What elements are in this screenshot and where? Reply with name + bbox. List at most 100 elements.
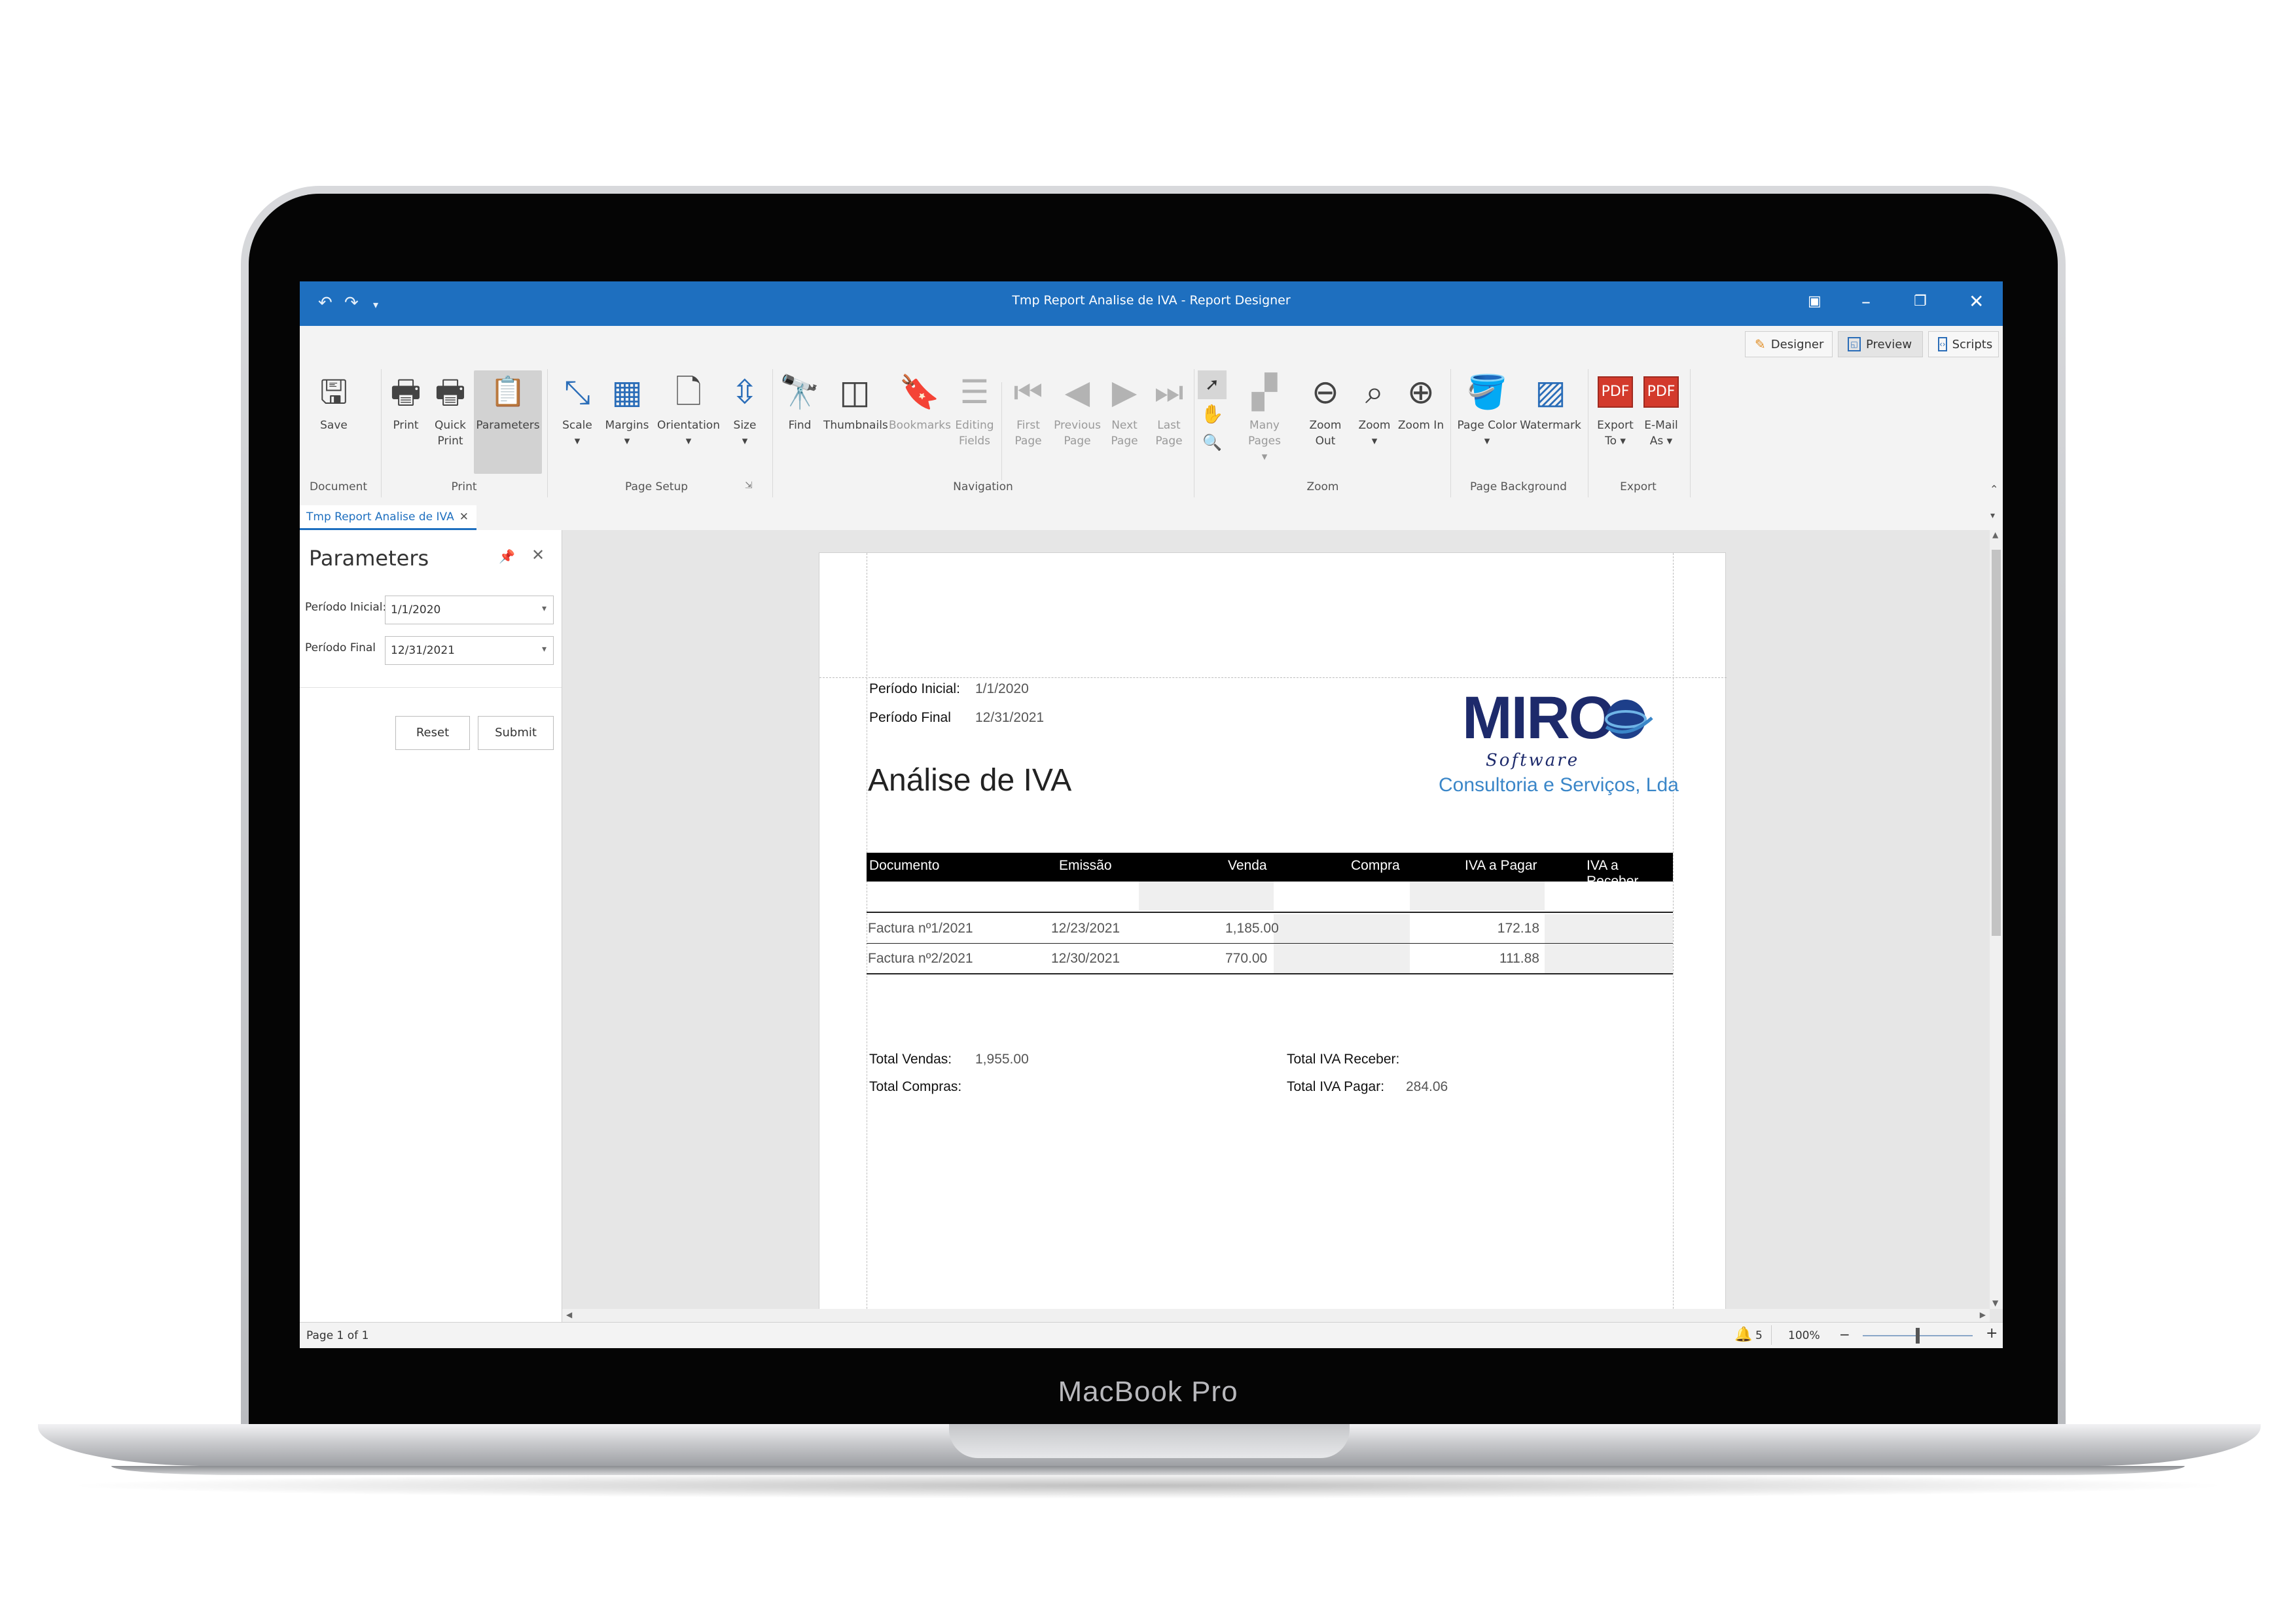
bookmarks-icon: 🔖 <box>899 373 941 411</box>
periodo-final-input[interactable]: 12/31/2021 ▾ <box>385 636 554 665</box>
hand-tool-icon[interactable]: ✋ <box>1198 403 1227 429</box>
laptop-base-edge <box>111 1466 2185 1475</box>
group-zoom-label: Zoom <box>1306 480 1339 493</box>
margins-icon: ▦ <box>611 373 643 411</box>
vertical-scrollbar[interactable]: ▲ ▼ <box>1990 530 2003 1309</box>
save-button[interactable]: 🖫 Save <box>313 370 355 433</box>
print-label: Print <box>393 419 419 432</box>
group-print-label: Print <box>451 480 477 493</box>
export-to-button[interactable]: PDF Export To ▾ <box>1593 370 1638 449</box>
zoom-plus-icon[interactable]: + <box>1986 1325 1998 1342</box>
editing-fields-button[interactable]: ☰ Editing Fields <box>952 370 997 449</box>
ribbon-display-options-icon[interactable]: ▣ <box>1808 293 1821 310</box>
bell-icon[interactable]: 🔔 <box>1734 1327 1752 1343</box>
zoom-minus-icon[interactable]: − <box>1839 1327 1850 1342</box>
table-header: Documento Emissão Venda Compra IVA a Pag… <box>867 853 1673 889</box>
magnifier-tool-icon[interactable]: 🔍 <box>1198 433 1227 459</box>
restore-icon[interactable]: ❐ <box>1914 293 1927 310</box>
report-title: Análise de IVA <box>868 763 1072 798</box>
chevron-down-icon[interactable]: ▾ <box>542 603 547 614</box>
zoom-slider-thumb[interactable] <box>1916 1328 1920 1344</box>
first-page-button[interactable]: ⏮ First Page <box>1007 370 1050 449</box>
watermark-icon: ▨ <box>1535 373 1566 411</box>
watermark-label: Watermark <box>1520 419 1581 432</box>
watermark-button[interactable]: ▨ Watermark <box>1518 370 1583 433</box>
zoom-level: 100% <box>1788 1329 1820 1342</box>
first-page-icon: ⏮ <box>1013 373 1043 411</box>
title-bar: ↶ ↷ ▾ Tmp Report Analise de IVA - Report… <box>300 281 2003 326</box>
collapse-ribbon-icon[interactable]: ⌃ <box>1990 483 1998 495</box>
find-button[interactable]: 🔭 Find <box>779 370 821 433</box>
page-color-button[interactable]: 🪣 Page Color ▾ <box>1456 370 1518 449</box>
email-as-label: E-Mail As <box>1644 419 1678 448</box>
vertical-scroll-thumb[interactable] <box>1992 550 2001 936</box>
horizontal-scrollbar[interactable]: ◀ ▶ <box>562 1309 1990 1322</box>
email-as-button[interactable]: PDF E-Mail As ▾ <box>1639 370 1683 449</box>
previous-page-button[interactable]: ◀ Previous Page <box>1052 370 1102 449</box>
chevron-down-icon[interactable]: ▾ <box>542 644 547 654</box>
zoom-out-label: Zoom Out <box>1309 419 1342 448</box>
zoom-button[interactable]: ⌕ Zoom ▾ <box>1354 370 1395 449</box>
pin-icon[interactable]: 📌 <box>499 548 515 564</box>
print-button[interactable]: 🖶 Print <box>385 370 427 433</box>
periodo-final-value: 12/31/2021 <box>391 644 455 657</box>
scroll-right-icon[interactable]: ▶ <box>1980 1310 1986 1319</box>
zoom-icon: ⌕ <box>1365 373 1384 411</box>
size-button[interactable]: ⇳ Size ▾ <box>724 370 766 449</box>
periodo-inicial-input[interactable]: 1/1/2020 ▾ <box>385 596 554 624</box>
company-logo-subtitle: Consultoria e Serviços, Lda <box>1439 774 1679 796</box>
export-to-label: Export To <box>1597 419 1634 448</box>
scale-button[interactable]: ⤡ Scale ▾ <box>556 370 598 449</box>
margins-button[interactable]: ▦ Margins ▾ <box>601 370 653 449</box>
scroll-down-icon[interactable]: ▼ <box>1992 1298 1998 1308</box>
thumbnails-button[interactable]: ◫ Thumbnails <box>823 370 888 433</box>
notification-count: 5 <box>1755 1329 1763 1342</box>
thumbnails-label: Thumbnails <box>823 419 888 432</box>
scroll-left-icon[interactable]: ◀ <box>566 1310 572 1319</box>
tab-list-dropdown-icon[interactable]: ▾ <box>1990 510 1995 521</box>
tab-scripts[interactable]: ‹› Scripts <box>1928 331 1999 357</box>
bookmarks-label: Bookmarks <box>889 419 951 432</box>
zoom-label: Zoom <box>1358 419 1391 432</box>
close-tab-icon[interactable]: ✕ <box>459 510 469 524</box>
group-page-background-label: Page Background <box>1470 480 1567 493</box>
quick-print-button[interactable]: 🖶 Quick Print <box>429 370 471 449</box>
find-label: Find <box>788 419 812 432</box>
row2-iva-pagar: 111.88 <box>1499 951 1539 966</box>
tab-preview[interactable]: ◱ Preview <box>1838 331 1923 357</box>
app-window: ↶ ↷ ▾ Tmp Report Analise de IVA - Report… <box>300 281 2003 1348</box>
group-document-label: Document <box>309 480 368 493</box>
ribbon-separator <box>1690 369 1691 497</box>
ribbon: 🖫 Save Document 🖶 Print 🖶 Quick Print 📋 … <box>300 363 2003 506</box>
designer-icon: ✎ <box>1755 336 1766 352</box>
bookmarks-button[interactable]: 🔖 Bookmarks <box>889 370 951 433</box>
zoom-out-button[interactable]: ⊖ Zoom Out <box>1299 370 1352 449</box>
view-tabs-strip: ✎ Designer ◱ Preview ‹› Scripts <box>300 326 2003 363</box>
orientation-button[interactable]: 🗋 Orientation ▾ <box>656 370 721 449</box>
minimize-icon[interactable]: – <box>1861 291 1871 312</box>
column-shade <box>1410 882 1545 910</box>
next-page-button[interactable]: ▶ Next Page <box>1103 370 1145 449</box>
many-pages-button[interactable]: ▞ Many Pages ▾ <box>1232 370 1297 465</box>
submit-button[interactable]: Submit <box>478 716 554 750</box>
many-pages-icon: ▞ <box>1251 373 1278 411</box>
parameters-button[interactable]: 📋 Parameters <box>474 370 542 474</box>
document-tab[interactable]: Tmp Report Analise de IVA ✕ <box>300 505 476 530</box>
preview-area[interactable]: Período Inicial: 1/1/2020 Período Final … <box>562 530 2003 1338</box>
close-panel-icon[interactable]: ✕ <box>531 546 545 564</box>
close-icon[interactable]: ✕ <box>1969 291 1984 312</box>
scroll-up-icon[interactable]: ▲ <box>1992 530 1998 539</box>
last-page-label: Last Page <box>1155 419 1183 448</box>
reset-button[interactable]: Reset <box>395 716 470 750</box>
quick-print-label: Quick Print <box>434 419 467 448</box>
last-page-button[interactable]: ⏭ Last Page <box>1148 370 1190 449</box>
total-compras-label: Total Compras: <box>869 1079 962 1094</box>
tab-designer[interactable]: ✎ Designer <box>1745 331 1833 357</box>
page-setup-dialog-launcher-icon[interactable]: ⇲ <box>745 480 753 491</box>
group-navigation-label: Navigation <box>953 480 1013 493</box>
pointer-tool-icon[interactable]: ➚ <box>1198 370 1227 399</box>
device-label: MacBook Pro <box>1058 1376 1238 1408</box>
zoom-in-button[interactable]: ⊕ Zoom In <box>1397 370 1445 433</box>
zoom-out-icon: ⊖ <box>1312 373 1339 411</box>
margin-guide-top <box>819 677 1727 678</box>
